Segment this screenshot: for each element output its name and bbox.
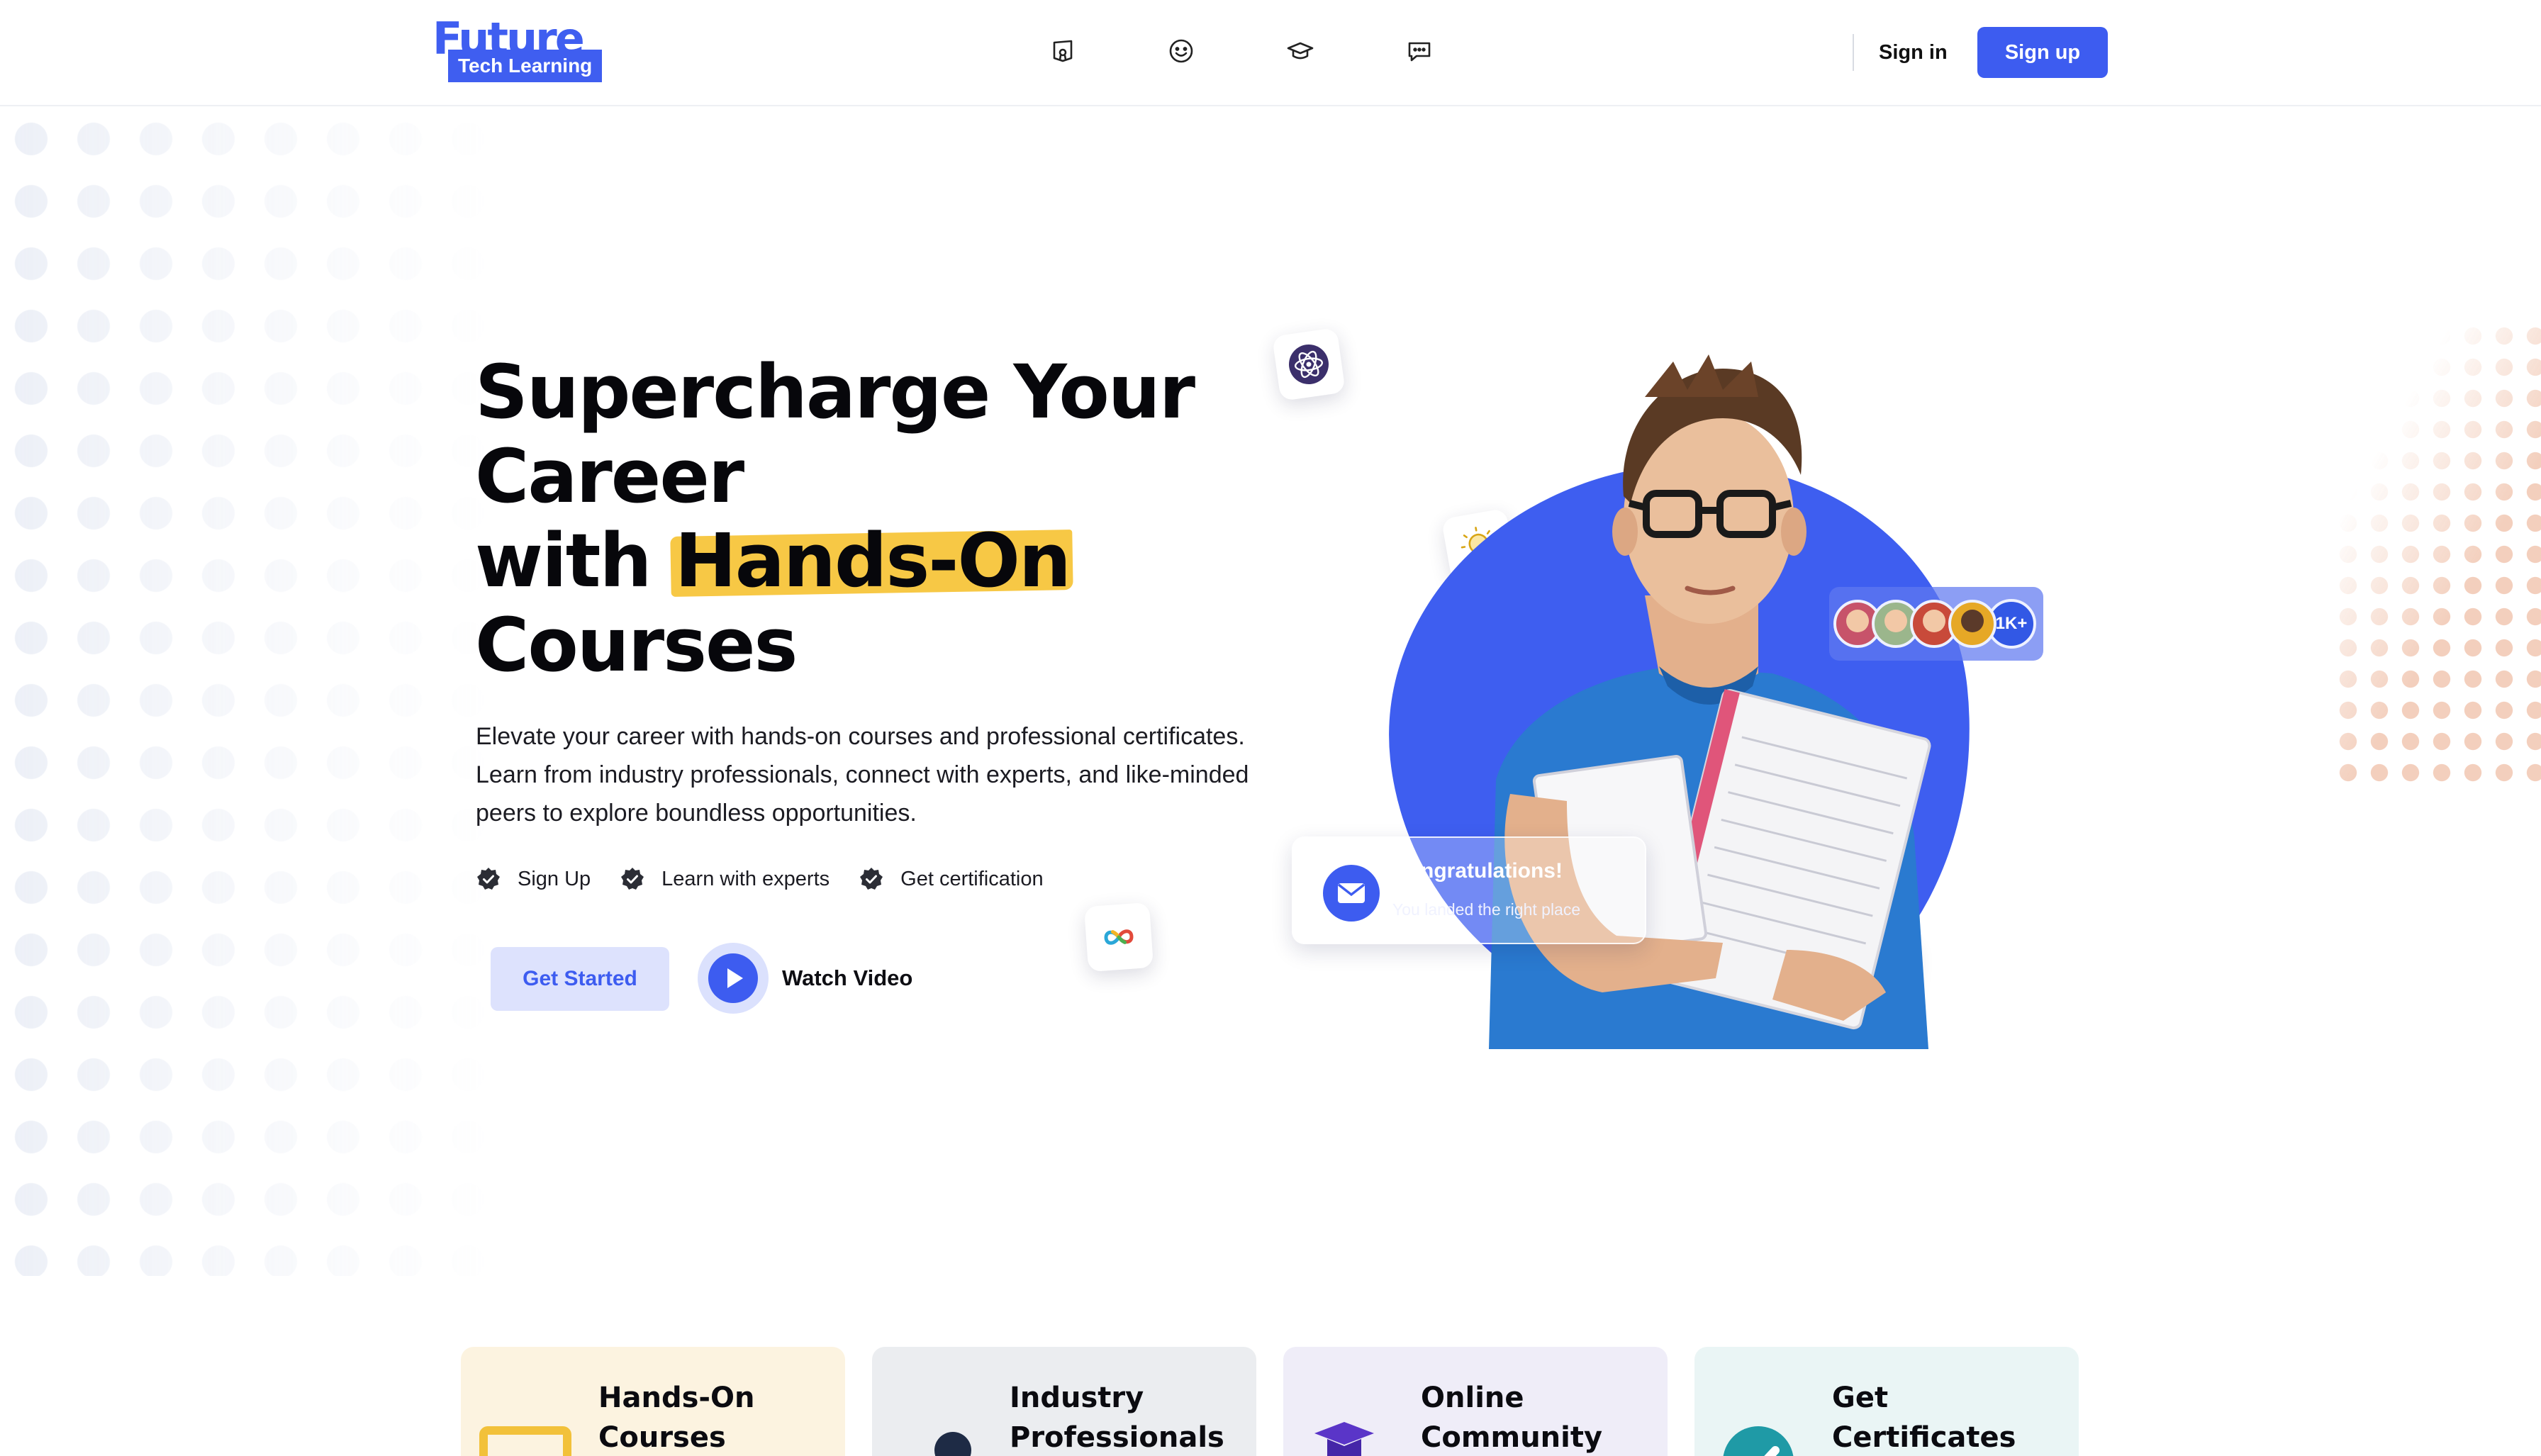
check-label: Learn with experts bbox=[661, 867, 830, 890]
book-badge-icon[interactable] bbox=[1047, 35, 1078, 67]
hero-description: Elevate your career with hands-on course… bbox=[476, 723, 1249, 827]
play-icon bbox=[708, 953, 758, 1003]
infinity-logo-icon bbox=[1104, 929, 1134, 945]
check-item: Sign Up bbox=[476, 867, 591, 891]
feature-card-community[interactable]: Online Community bbox=[1283, 1347, 1668, 1456]
headline-line: Career bbox=[475, 433, 744, 520]
headline-highlight: Hands-On bbox=[674, 517, 1071, 604]
congrats-title: Congratulations! bbox=[1392, 859, 1563, 883]
dot-pattern-right bbox=[2333, 320, 2541, 788]
headline-with: with bbox=[475, 517, 652, 604]
sign-up-button[interactable]: Sign up bbox=[1977, 27, 2108, 78]
feature-card-industry[interactable]: Industry Professionals bbox=[872, 1347, 1256, 1456]
feature-card-hands-on[interactable]: Hands-On Courses bbox=[461, 1347, 845, 1456]
verified-badge-icon bbox=[859, 867, 883, 891]
feature-card-title: Industry Professionals bbox=[1010, 1382, 1224, 1454]
nav-divider bbox=[1853, 34, 1854, 71]
feature-card-title: Online Community bbox=[1421, 1382, 1603, 1454]
dot-pattern-left bbox=[0, 108, 496, 1276]
learners-avatar-group: 1K+ bbox=[1829, 587, 2043, 661]
hero-section bbox=[0, 108, 2541, 1276]
feature-card-title: Get Certificates bbox=[1832, 1382, 2016, 1454]
smiley-icon[interactable] bbox=[1166, 35, 1197, 67]
feature-cards: Hands-On Courses Industry Professionals … bbox=[461, 1347, 2079, 1456]
logo[interactable]: Future Tech Learning bbox=[431, 17, 603, 82]
atom-icon bbox=[1289, 345, 1329, 384]
watch-video-link[interactable]: Watch Video bbox=[782, 961, 912, 995]
feature-card-title: Hands-On Courses bbox=[598, 1382, 755, 1454]
top-navbar: Future Tech Learning Sign in Sign up bbox=[0, 0, 2541, 106]
feature-card-certificates[interactable]: Get Certificates bbox=[1694, 1347, 2079, 1456]
sign-in-link[interactable]: Sign in bbox=[1879, 35, 1948, 69]
check-item: Learn with experts bbox=[620, 867, 830, 891]
check-label: Sign Up bbox=[518, 867, 591, 890]
check-label: Get certification bbox=[900, 867, 1044, 890]
verified-badge-icon bbox=[476, 867, 501, 891]
hero-checklist: Sign Up Learn with experts Get certifica… bbox=[476, 863, 1073, 895]
graduation-cap-icon[interactable] bbox=[1285, 35, 1316, 67]
logo-tagline: Tech Learning bbox=[448, 50, 603, 82]
atom-tile bbox=[1272, 327, 1346, 401]
congrats-card: Congratulations! You landed the right pl… bbox=[1292, 836, 1646, 944]
certificate-check-icon bbox=[1713, 1418, 1805, 1456]
headline-line: Courses bbox=[475, 602, 798, 688]
hero-headline: Supercharge Your Career with Hands-On Co… bbox=[475, 350, 1255, 688]
verified-badge-icon bbox=[620, 867, 644, 891]
envelope-icon bbox=[1323, 865, 1380, 922]
headline-line: with Hands-On bbox=[475, 519, 1255, 603]
headline-line: Supercharge Your bbox=[475, 349, 1195, 435]
mortarboard-icon bbox=[1302, 1418, 1394, 1456]
avatar bbox=[1948, 600, 1996, 648]
professional-icon bbox=[890, 1418, 983, 1456]
chat-bubble-icon[interactable] bbox=[1404, 35, 1435, 67]
congrats-subtitle: You landed the right place bbox=[1392, 900, 1581, 919]
course-icon bbox=[479, 1418, 571, 1456]
check-item: Get certification bbox=[859, 867, 1044, 891]
get-started-button[interactable]: Get Started bbox=[491, 947, 669, 1011]
play-video-button[interactable] bbox=[698, 943, 769, 1014]
infinity-tile bbox=[1083, 902, 1154, 973]
